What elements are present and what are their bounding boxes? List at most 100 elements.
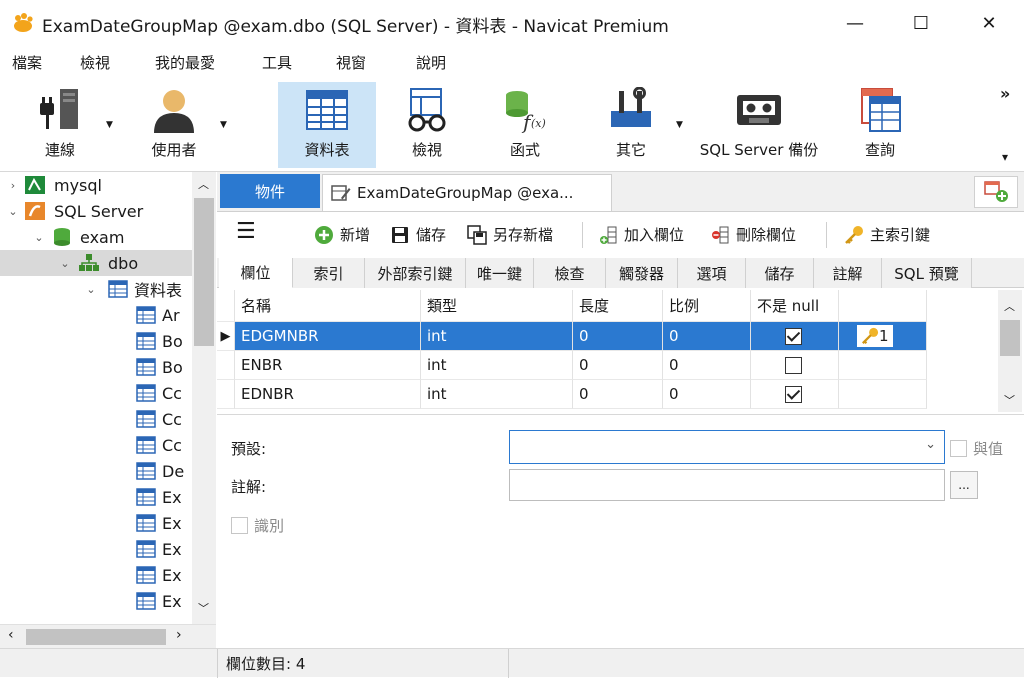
- not-null-checkbox[interactable]: [785, 356, 802, 374]
- cell-scale[interactable]: 0: [663, 322, 751, 351]
- column-header-not-null[interactable]: 不是 null: [751, 290, 839, 322]
- column-header-key[interactable]: [839, 290, 927, 322]
- column-header-name[interactable]: 名稱: [235, 290, 421, 322]
- subtab-fields[interactable]: 欄位: [219, 258, 293, 288]
- collapse-icon[interactable]: ⌄: [32, 231, 46, 244]
- cell-length[interactable]: 0: [573, 380, 663, 409]
- menu-window[interactable]: 視窗: [336, 52, 366, 73]
- sidebar-vertical-scrollbar[interactable]: ︿ ﹀: [192, 172, 216, 624]
- column-header-length[interactable]: 長度: [573, 290, 663, 322]
- menu-file[interactable]: 檔案: [12, 52, 42, 73]
- subtab-foreign-keys[interactable]: 外部索引鍵: [365, 258, 466, 288]
- tree-item-schema-dbo[interactable]: ⌄ dbo: [0, 250, 192, 276]
- cell-not-null[interactable]: [751, 322, 839, 351]
- menu-view[interactable]: 檢視: [80, 52, 110, 73]
- connection-dropdown-arrow[interactable]: ▼: [106, 120, 113, 130]
- scroll-down-icon[interactable]: ﹀: [1004, 392, 1015, 408]
- subtab-checks[interactable]: 檢查: [534, 258, 606, 288]
- add-field-button[interactable]: 加入欄位: [598, 224, 684, 245]
- tree-item-table[interactable]: Ex: [0, 510, 192, 536]
- menu-help[interactable]: 說明: [416, 52, 446, 73]
- expand-icon[interactable]: ›: [6, 179, 20, 192]
- cell-name[interactable]: EDGMNBR: [235, 322, 421, 351]
- cell-key[interactable]: 1: [839, 322, 927, 351]
- subtab-comment[interactable]: 註解: [814, 258, 882, 288]
- tree-item-table[interactable]: Ex: [0, 536, 192, 562]
- menu-favorites[interactable]: 我的最愛: [155, 52, 215, 73]
- collapse-icon[interactable]: ⌄: [6, 205, 20, 218]
- tree-item-table[interactable]: Ex: [0, 562, 192, 588]
- tab-table-design[interactable]: ExamDateGroupMap @exa...: [322, 174, 612, 211]
- sidebar-horizontal-scrollbar[interactable]: ‹ ›: [0, 624, 216, 648]
- grid-vertical-scrollbar[interactable]: ︿ ﹀: [998, 290, 1022, 412]
- cell-scale[interactable]: 0: [663, 351, 751, 380]
- comment-edit-button[interactable]: ...: [950, 471, 978, 499]
- delete-field-button[interactable]: 刪除欄位: [710, 224, 796, 245]
- designer-menu-button[interactable]: ☰: [236, 219, 256, 244]
- not-null-checkbox[interactable]: [785, 327, 802, 345]
- other-button[interactable]: 其它: [588, 82, 674, 168]
- save-button[interactable]: 儲存: [390, 224, 446, 245]
- subtab-unique-keys[interactable]: 唯一鍵: [466, 258, 534, 288]
- cell-key[interactable]: [839, 351, 927, 380]
- menu-tools[interactable]: 工具: [262, 52, 292, 73]
- collapse-icon[interactable]: ⌄: [84, 283, 98, 296]
- scroll-up-icon[interactable]: ︿: [1004, 298, 1015, 314]
- save-as-button[interactable]: 另存新檔: [467, 224, 553, 245]
- function-button[interactable]: f (x) 函式: [482, 82, 568, 168]
- tree-item-table[interactable]: Ex: [0, 484, 192, 510]
- tree-item-mysql[interactable]: › mysql: [0, 172, 192, 198]
- tree-item-table[interactable]: Bo: [0, 354, 192, 380]
- minimize-button[interactable]: —: [832, 0, 878, 46]
- cell-type[interactable]: int: [421, 322, 573, 351]
- maximize-button[interactable]: ☐: [898, 0, 944, 46]
- comment-input[interactable]: [509, 469, 945, 501]
- primary-key-button[interactable]: 主索引鍵: [844, 224, 930, 245]
- new-button[interactable]: 新增: [314, 224, 370, 245]
- cell-length[interactable]: 0: [573, 351, 663, 380]
- subtab-triggers[interactable]: 觸發器: [606, 258, 678, 288]
- scroll-down-icon[interactable]: ﹀: [198, 600, 209, 616]
- table-button[interactable]: 資料表: [278, 82, 376, 168]
- column-header-scale[interactable]: 比例: [663, 290, 751, 322]
- toolbar-overflow-button[interactable]: »: [1000, 84, 1010, 103]
- subtab-storage[interactable]: 儲存: [746, 258, 814, 288]
- cell-name[interactable]: ENBR: [235, 351, 421, 380]
- toolbar-scroll-button[interactable]: ▾: [1002, 150, 1008, 164]
- query-button[interactable]: 查詢: [840, 82, 920, 168]
- scroll-left-icon[interactable]: ‹: [8, 627, 14, 643]
- subtab-sql-preview[interactable]: SQL 預覽: [882, 258, 972, 288]
- sidebar-scroll-thumb[interactable]: [194, 198, 214, 346]
- tree-item-table[interactable]: Cc: [0, 432, 192, 458]
- connection-button[interactable]: 連線: [18, 82, 102, 168]
- tree-item-table[interactable]: Ex: [0, 588, 192, 614]
- chevron-down-icon[interactable]: ⌄: [925, 437, 936, 452]
- tree-item-table[interactable]: Bo: [0, 328, 192, 354]
- subtab-indexes[interactable]: 索引: [293, 258, 365, 288]
- tree-item-table[interactable]: Cc: [0, 406, 192, 432]
- user-button[interactable]: 使用者: [134, 82, 214, 168]
- tree-item-sql-server[interactable]: ⌄ SQL Server: [0, 198, 192, 224]
- cell-type[interactable]: int: [421, 351, 573, 380]
- tree-item-tables-folder[interactable]: ⌄ 資料表: [0, 276, 192, 302]
- tree-item-database-exam[interactable]: ⌄ exam: [0, 224, 192, 250]
- tree-item-table[interactable]: Cc: [0, 380, 192, 406]
- user-dropdown-arrow[interactable]: ▼: [220, 120, 227, 130]
- cell-name[interactable]: EDNBR: [235, 380, 421, 409]
- cell-key[interactable]: [839, 380, 927, 409]
- column-header-type[interactable]: 類型: [421, 290, 573, 322]
- cell-length[interactable]: 0: [573, 322, 663, 351]
- tree-item-table[interactable]: De: [0, 458, 192, 484]
- grid-scroll-thumb[interactable]: [1000, 320, 1020, 356]
- subtab-options[interactable]: 選項: [678, 258, 746, 288]
- cell-type[interactable]: int: [421, 380, 573, 409]
- collapse-icon[interactable]: ⌄: [58, 257, 72, 270]
- sidebar-hscroll-thumb[interactable]: [26, 629, 166, 645]
- other-dropdown-arrow[interactable]: ▼: [676, 120, 683, 130]
- close-button[interactable]: ✕: [966, 0, 1012, 46]
- new-object-tab-button[interactable]: [974, 176, 1018, 208]
- view-button[interactable]: 檢視: [384, 82, 470, 168]
- default-value-combobox[interactable]: ⌄: [509, 430, 945, 464]
- not-null-checkbox[interactable]: [785, 385, 802, 403]
- scroll-up-icon[interactable]: ︿: [198, 176, 209, 192]
